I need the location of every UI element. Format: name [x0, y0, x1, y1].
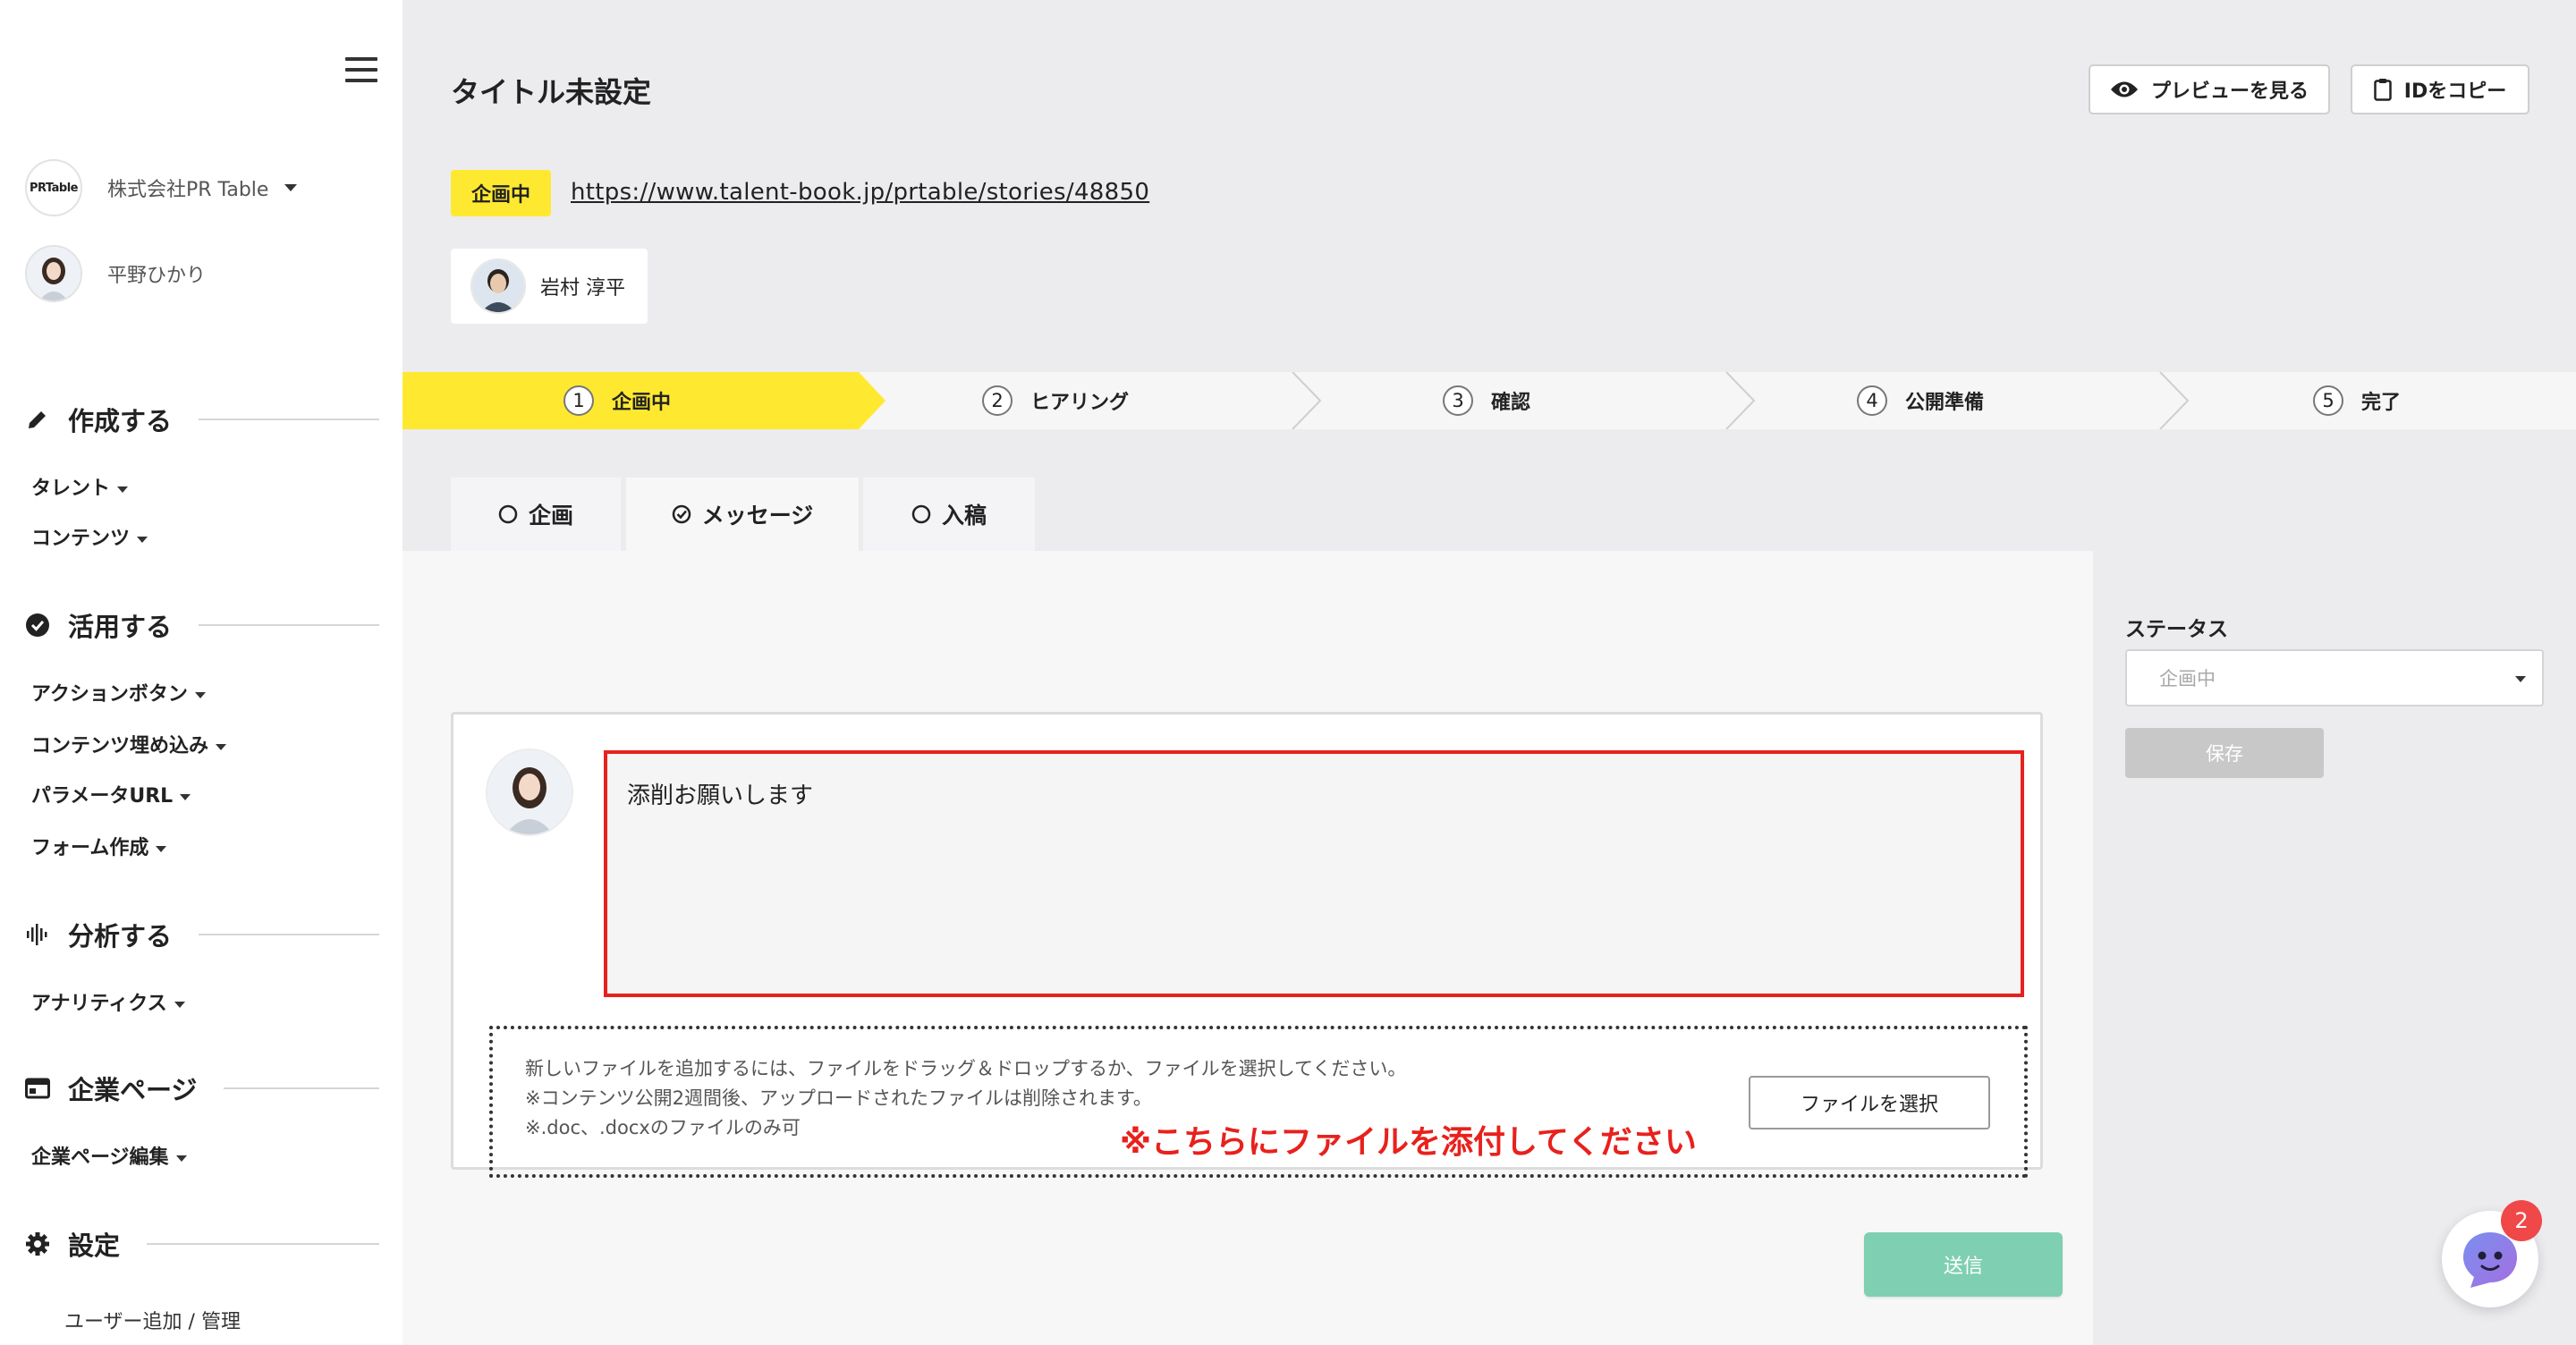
avatar — [486, 749, 573, 836]
section-analyze: 分析する — [25, 916, 379, 953]
nav-content[interactable]: コンテンツ — [31, 522, 148, 551]
save-button[interactable]: 保存 — [2125, 728, 2324, 778]
chevron-down-icon — [194, 691, 206, 698]
nav-talent[interactable]: タレント — [31, 472, 129, 501]
nav-company-page-edit[interactable]: 企業ページ編集 — [31, 1141, 187, 1170]
assignee-name: 岩村 淳平 — [540, 277, 625, 300]
tab-submission[interactable]: 入稿 — [863, 478, 1035, 551]
gear-icon — [25, 1231, 50, 1256]
chevron-down-icon — [137, 536, 148, 543]
section-use: 活用する — [25, 606, 379, 644]
section-settings: 設定 — [25, 1225, 379, 1263]
clipboard-icon — [2374, 78, 2392, 101]
circle-icon — [911, 504, 931, 524]
company-switcher[interactable]: PRTable 株式会社PR Table — [25, 159, 298, 216]
nav-analytics[interactable]: アナリティクス — [31, 987, 185, 1016]
status-select[interactable]: 企画中 — [2125, 649, 2544, 706]
pencil-icon — [25, 407, 50, 432]
chevron-down-icon — [2515, 676, 2526, 682]
sidebar: PRTable 株式会社PR Table 平野ひかり 作成する タレント コンテ… — [0, 0, 402, 1345]
progress-stepper: 1 企画中 2 ヒアリング 3 確認 4 公開準備 5 完了 — [402, 372, 2576, 429]
waveform-icon — [25, 922, 50, 947]
circle-icon — [498, 504, 518, 524]
check-circle-filled-icon — [25, 613, 50, 638]
nav-content-embed[interactable]: コンテンツ埋め込み — [31, 730, 227, 758]
copy-id-button[interactable]: IDをコピー — [2351, 64, 2529, 114]
user-name: 平野ひかり — [107, 265, 207, 287]
select-file-button[interactable]: ファイルを選択 — [1749, 1076, 1990, 1129]
chevron-down-icon — [174, 1001, 185, 1008]
story-url-link[interactable]: https://www.talent-book.jp/prtable/stori… — [571, 179, 1149, 206]
step-complete: 5 完了 — [2313, 372, 2401, 429]
tab-message[interactable]: メッセージ — [626, 478, 859, 551]
section-create: 作成する — [25, 401, 379, 438]
nav-form-create[interactable]: フォーム作成 — [31, 832, 167, 860]
step-publish-prep: 4 公開準備 — [1857, 372, 1984, 429]
send-button[interactable]: 送信 — [1864, 1232, 2063, 1297]
step-hearing: 2 ヒアリング — [982, 372, 1129, 429]
company-logo: PRTable — [25, 159, 82, 216]
message-card: 添削お願いします 新しいファイルを追加するには、ファイルをドラッグ＆ドロップする… — [451, 712, 2043, 1178]
assignee-card[interactable]: 岩村 淳平 — [451, 249, 648, 324]
preview-button[interactable]: プレビューを見る — [2089, 64, 2330, 114]
notification-badge: 2 — [2501, 1200, 2542, 1241]
step-confirm: 3 確認 — [1443, 372, 1530, 429]
tab-planning[interactable]: 企画 — [451, 478, 621, 551]
step-planning: 1 企画中 — [564, 372, 671, 429]
menu-icon[interactable] — [345, 57, 377, 82]
user-profile[interactable]: 平野ひかり — [25, 245, 206, 302]
chevron-down-icon — [117, 486, 129, 493]
chevron-down-icon — [216, 743, 227, 750]
avatar — [470, 258, 526, 314]
company-name: 株式会社PR Table — [107, 179, 269, 201]
avatar — [25, 245, 82, 302]
status-badge: 企画中 — [451, 170, 551, 216]
chevron-down-icon — [180, 793, 191, 800]
chevron-down-icon — [284, 184, 298, 191]
nav-parameter-url[interactable]: パラメータURL — [31, 780, 191, 808]
nav-user-management[interactable]: ユーザー追加 / 管理 — [64, 1306, 241, 1334]
attach-file-annotation: ※こちらにファイルを添付してください — [1120, 1124, 1697, 1161]
eye-icon — [2110, 80, 2139, 99]
browser-window-icon — [25, 1076, 50, 1101]
chevron-down-icon — [175, 1155, 187, 1162]
chevron-down-icon — [156, 845, 167, 852]
nav-action-button[interactable]: アクションボタン — [31, 678, 206, 706]
section-company-page: 企業ページ — [25, 1070, 379, 1107]
app: PRTable 株式会社PR Table 平野ひかり 作成する タレント コンテ… — [0, 0, 2576, 1345]
check-circle-icon — [672, 504, 691, 524]
status-label: ステータス — [2125, 618, 2228, 641]
page-title: タイトル未設定 — [451, 75, 652, 109]
message-textarea[interactable]: 添削お願いします — [604, 750, 2024, 997]
message-panel: 添削お願いします 新しいファイルを追加するには、ファイルをドラッグ＆ドロップする… — [402, 551, 2093, 1345]
